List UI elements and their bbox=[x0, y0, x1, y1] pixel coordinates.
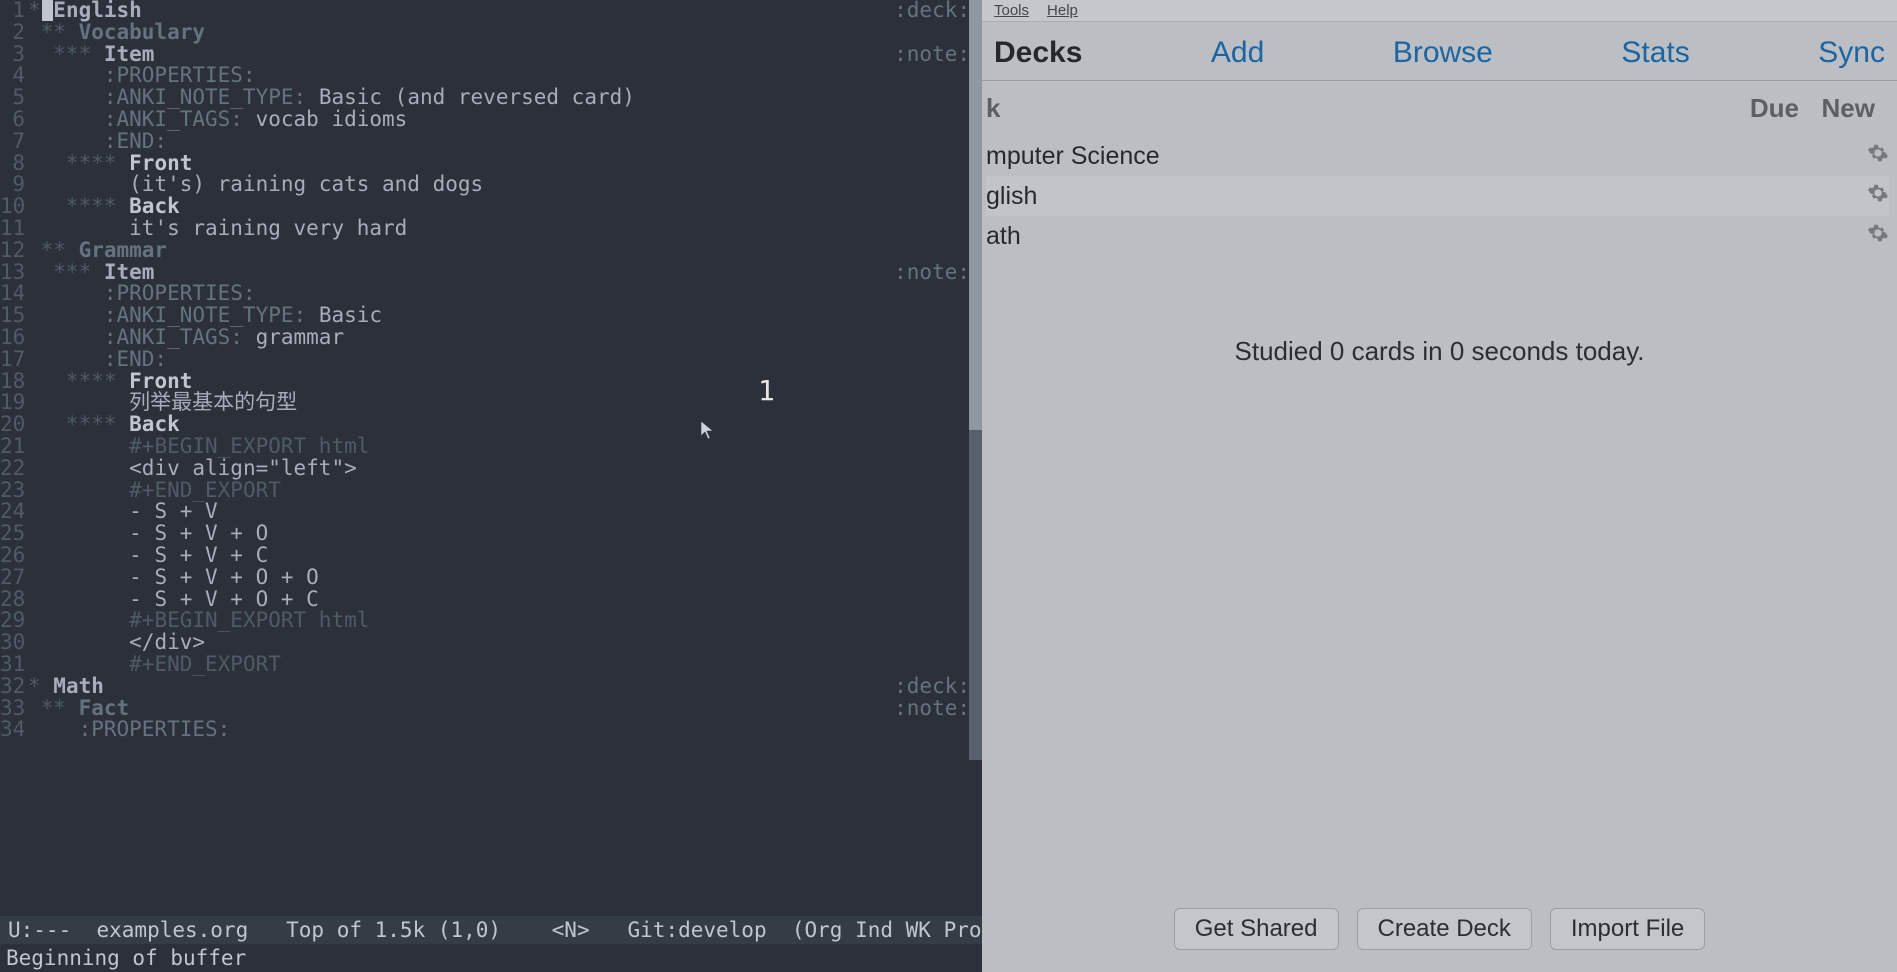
tag-deck: :deck: bbox=[894, 676, 970, 698]
gear-icon[interactable] bbox=[1849, 182, 1889, 211]
nav-tabs: Decks Add Browse Stats Sync bbox=[982, 22, 1897, 81]
heading-back: Back bbox=[129, 412, 180, 436]
gear-icon[interactable] bbox=[1849, 142, 1889, 171]
list-item: - S + V + O + C bbox=[129, 587, 319, 611]
menu-help[interactable]: Help bbox=[1047, 2, 1078, 19]
tag-note: :note: bbox=[894, 698, 970, 720]
prop-tags-value: vocab idioms bbox=[256, 107, 408, 131]
list-item: - S + V bbox=[129, 499, 218, 523]
col-deck: k bbox=[986, 93, 1709, 124]
deck-name[interactable]: ath bbox=[986, 222, 1669, 251]
deck-row[interactable]: ath bbox=[986, 216, 1889, 256]
heading-item: Item bbox=[104, 260, 155, 284]
back-content: it's raining very hard bbox=[129, 216, 407, 240]
heading-grammar: Grammar bbox=[79, 238, 168, 262]
prop-note-type-value: Basic bbox=[319, 303, 382, 327]
list-item: - S + V + C bbox=[129, 543, 268, 567]
list-item: - S + V + O bbox=[129, 521, 268, 545]
prop-tags-key: :ANKI_TAGS: bbox=[104, 325, 243, 349]
col-new: New bbox=[1799, 93, 1889, 124]
heading-item: Item bbox=[104, 42, 155, 66]
prop-begin: :PROPERTIES: bbox=[79, 717, 231, 741]
tag-deck: :deck: bbox=[894, 0, 970, 22]
prop-note-type-key: :ANKI_NOTE_TYPE: bbox=[104, 303, 306, 327]
tab-stats[interactable]: Stats bbox=[1613, 36, 1697, 70]
editor-pane: 1 2 3 4 5 6 7 8 9 10 11 12 13 14 15 16 1… bbox=[0, 0, 982, 972]
heading-front: Front bbox=[129, 151, 192, 175]
code-area[interactable]: * English:deck: ** Vocabulary *** Item:n… bbox=[0, 0, 982, 741]
prop-begin: :PROPERTIES: bbox=[104, 63, 256, 87]
mouse-cursor-icon bbox=[700, 420, 714, 440]
deck-row[interactable]: glish bbox=[986, 176, 1889, 216]
import-file-button[interactable]: Import File bbox=[1550, 908, 1705, 950]
editor-body[interactable]: 1 2 3 4 5 6 7 8 9 10 11 12 13 14 15 16 1… bbox=[0, 0, 982, 916]
tag-note: :note: bbox=[894, 44, 970, 66]
col-due: Due bbox=[1709, 93, 1799, 124]
prop-note-type-value: Basic (and reversed card) bbox=[319, 85, 635, 109]
html-div-close: </div> bbox=[129, 630, 205, 654]
export-begin: #+BEGIN_EXPORT html bbox=[129, 434, 369, 458]
html-div-open: <div align="left"> bbox=[129, 456, 357, 480]
heading-english: English bbox=[53, 0, 142, 22]
tab-sync[interactable]: Sync bbox=[1810, 36, 1893, 70]
anki-window: Tools Help Decks Add Browse Stats Sync k… bbox=[982, 0, 1897, 972]
deck-name[interactable]: mputer Science bbox=[986, 142, 1669, 171]
bottom-button-bar: Get Shared Create Deck Import File bbox=[982, 908, 1897, 950]
deck-list: mputer Science glish ath bbox=[982, 132, 1897, 256]
front-content: (it's) raining cats and dogs bbox=[129, 172, 483, 196]
prop-begin: :PROPERTIES: bbox=[104, 281, 256, 305]
prop-tags-key: :ANKI_TAGS: bbox=[104, 107, 243, 131]
prop-note-type-key: :ANKI_NOTE_TYPE: bbox=[104, 85, 306, 109]
minibuffer[interactable]: Beginning of buffer bbox=[0, 944, 982, 972]
export-begin: #+BEGIN_EXPORT html bbox=[129, 608, 369, 632]
study-summary: Studied 0 cards in 0 seconds today. bbox=[982, 336, 1897, 367]
deck-list-header: k Due New bbox=[982, 81, 1897, 132]
heading-math: Math bbox=[53, 674, 104, 698]
get-shared-button[interactable]: Get Shared bbox=[1174, 908, 1339, 950]
list-item: - S + V + O + O bbox=[129, 565, 319, 589]
create-deck-button[interactable]: Create Deck bbox=[1357, 908, 1532, 950]
heading-front: Front bbox=[129, 369, 192, 393]
export-end: #+END_EXPORT bbox=[129, 478, 281, 502]
deck-row[interactable]: mputer Science bbox=[986, 136, 1889, 176]
anki-overlay-number: 1 bbox=[758, 380, 775, 402]
gear-icon[interactable] bbox=[1849, 222, 1889, 251]
prop-tags-value: grammar bbox=[256, 325, 345, 349]
heading-fact: Fact bbox=[79, 696, 130, 720]
export-end: #+END_EXPORT bbox=[129, 652, 281, 676]
front-content: 列举最基本的句型 bbox=[129, 390, 297, 414]
text-cursor bbox=[42, 0, 53, 21]
deck-name[interactable]: glish bbox=[986, 182, 1669, 211]
tag-note: :note: bbox=[894, 262, 970, 284]
tab-add[interactable]: Add bbox=[1203, 36, 1272, 70]
heading-vocabulary: Vocabulary bbox=[79, 20, 205, 44]
modeline[interactable]: U:--- examples.org Top of 1.5k (1,0) <N>… bbox=[0, 916, 982, 944]
tab-decks[interactable]: Decks bbox=[986, 36, 1090, 70]
prop-end: :END: bbox=[104, 347, 167, 371]
menu-bar: Tools Help bbox=[982, 0, 1897, 22]
prop-end: :END: bbox=[104, 129, 167, 153]
heading-back: Back bbox=[129, 194, 180, 218]
tab-browse[interactable]: Browse bbox=[1385, 36, 1501, 70]
menu-tools[interactable]: Tools bbox=[994, 2, 1029, 19]
